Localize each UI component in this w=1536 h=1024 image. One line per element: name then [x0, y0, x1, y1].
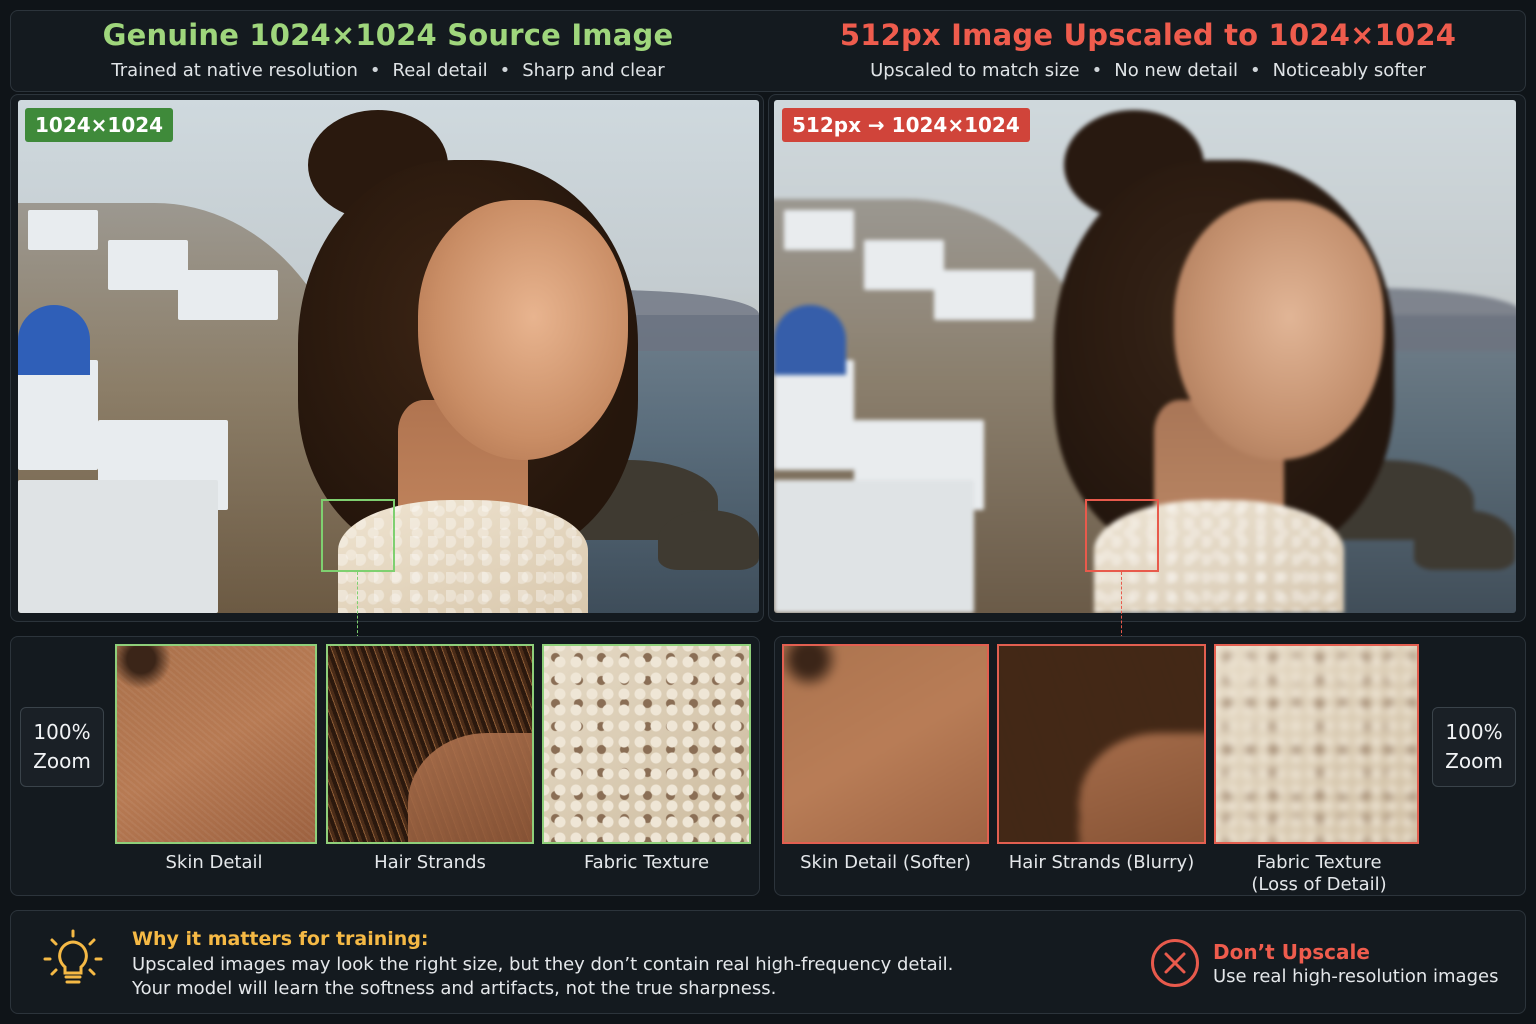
footer-line-2: Your model will learn the softness and a… — [132, 978, 777, 999]
footer-line-1: Upscaled images may look the right size,… — [132, 954, 954, 975]
focus-box — [1085, 499, 1159, 572]
caption-hair-strands: Hair Strands — [374, 852, 486, 873]
house — [18, 480, 218, 613]
caption-fabric-line2: (Loss of Detail) — [1251, 874, 1387, 895]
cta-text: Use real high-resolution images — [1213, 966, 1499, 987]
separator-dot: • — [1249, 60, 1261, 81]
left-subtitle-1: Trained at native resolution — [111, 60, 358, 81]
right-subtitle-1: Upscaled to match size — [870, 60, 1080, 81]
face — [418, 200, 628, 460]
face — [1174, 200, 1384, 460]
skin-patch — [1079, 733, 1204, 842]
house — [28, 210, 98, 250]
separator-dot: • — [1091, 60, 1103, 81]
zoom-label-left: 100% Zoom — [20, 707, 104, 787]
caption-hair-strands-blurry: Hair Strands (Blurry) — [1008, 852, 1195, 873]
cta-title: Don’t Upscale — [1213, 940, 1370, 964]
caption-skin-detail: Skin Detail — [165, 852, 263, 873]
connector-line — [357, 572, 358, 638]
skin-texture — [784, 646, 987, 842]
x-glyph — [1164, 952, 1186, 974]
house — [18, 360, 98, 470]
caption-fabric-texture-loss: Fabric Texture (Loss of Detail) — [1214, 852, 1424, 896]
skin-patch — [408, 733, 532, 842]
resolution-badge: 1024×1024 — [25, 108, 174, 142]
crop-skin-detail — [115, 644, 317, 844]
separator-dot: • — [369, 60, 381, 81]
left-header: Genuine 1024×1024 Source Image Trained a… — [18, 18, 758, 81]
fabric-texture — [1216, 646, 1417, 842]
crop-hair-strands-blurry — [997, 644, 1206, 844]
right-subtitle: Upscaled to match size • No new detail • Not… — [768, 60, 1528, 81]
caption-fabric-line1: Fabric Texture — [1256, 852, 1382, 873]
zoom-percent: 100% — [33, 720, 91, 744]
caption-skin-detail-softer: Skin Detail (Softer) — [800, 852, 971, 873]
connector-line — [1121, 572, 1122, 638]
right-subtitle-2: No new detail — [1114, 60, 1238, 81]
crop-skin-detail-softer — [782, 644, 989, 844]
zoom-percent: 100% — [1445, 720, 1503, 744]
zoom-word: Zoom — [33, 749, 91, 773]
hair-texture — [999, 646, 1204, 842]
zoom-word: Zoom — [1445, 749, 1503, 773]
house — [934, 270, 1034, 320]
blue-dome — [18, 305, 90, 375]
lightbulb-icon — [43, 929, 103, 984]
crop-fabric-texture-loss — [1214, 644, 1419, 844]
left-subtitle-3: Sharp and clear — [522, 60, 665, 81]
x-circle-icon — [1151, 939, 1199, 987]
house — [864, 240, 944, 290]
hair-texture — [328, 646, 532, 842]
fabric-texture — [544, 646, 749, 842]
blue-dome — [774, 305, 846, 375]
zoom-label-right: 100% Zoom — [1432, 707, 1516, 787]
right-header: 512px Image Upscaled to 1024×1024 Upscal… — [768, 18, 1528, 81]
footer-heading: Why it matters for training: — [132, 928, 429, 950]
focus-box — [321, 499, 395, 572]
right-title: 512px Image Upscaled to 1024×1024 — [839, 18, 1457, 52]
house — [774, 480, 974, 613]
upscaled-badge: 512px → 1024×1024 — [782, 108, 1030, 142]
house — [784, 210, 854, 250]
left-subtitle: Trained at native resolution • Real detail… — [18, 60, 758, 81]
left-subtitle-2: Real detail — [392, 60, 488, 81]
skin-texture — [117, 646, 315, 842]
caption-fabric-texture: Fabric Texture — [583, 852, 710, 873]
rock — [1414, 510, 1515, 570]
house — [774, 360, 854, 470]
separator-dot: • — [499, 60, 511, 81]
crop-hair-strands — [326, 644, 534, 844]
rock — [658, 510, 759, 570]
house — [108, 240, 188, 290]
house — [178, 270, 278, 320]
right-subtitle-3: Noticeably softer — [1272, 60, 1426, 81]
left-title: Genuine 1024×1024 Source Image — [102, 18, 674, 52]
crop-fabric-texture — [542, 644, 751, 844]
